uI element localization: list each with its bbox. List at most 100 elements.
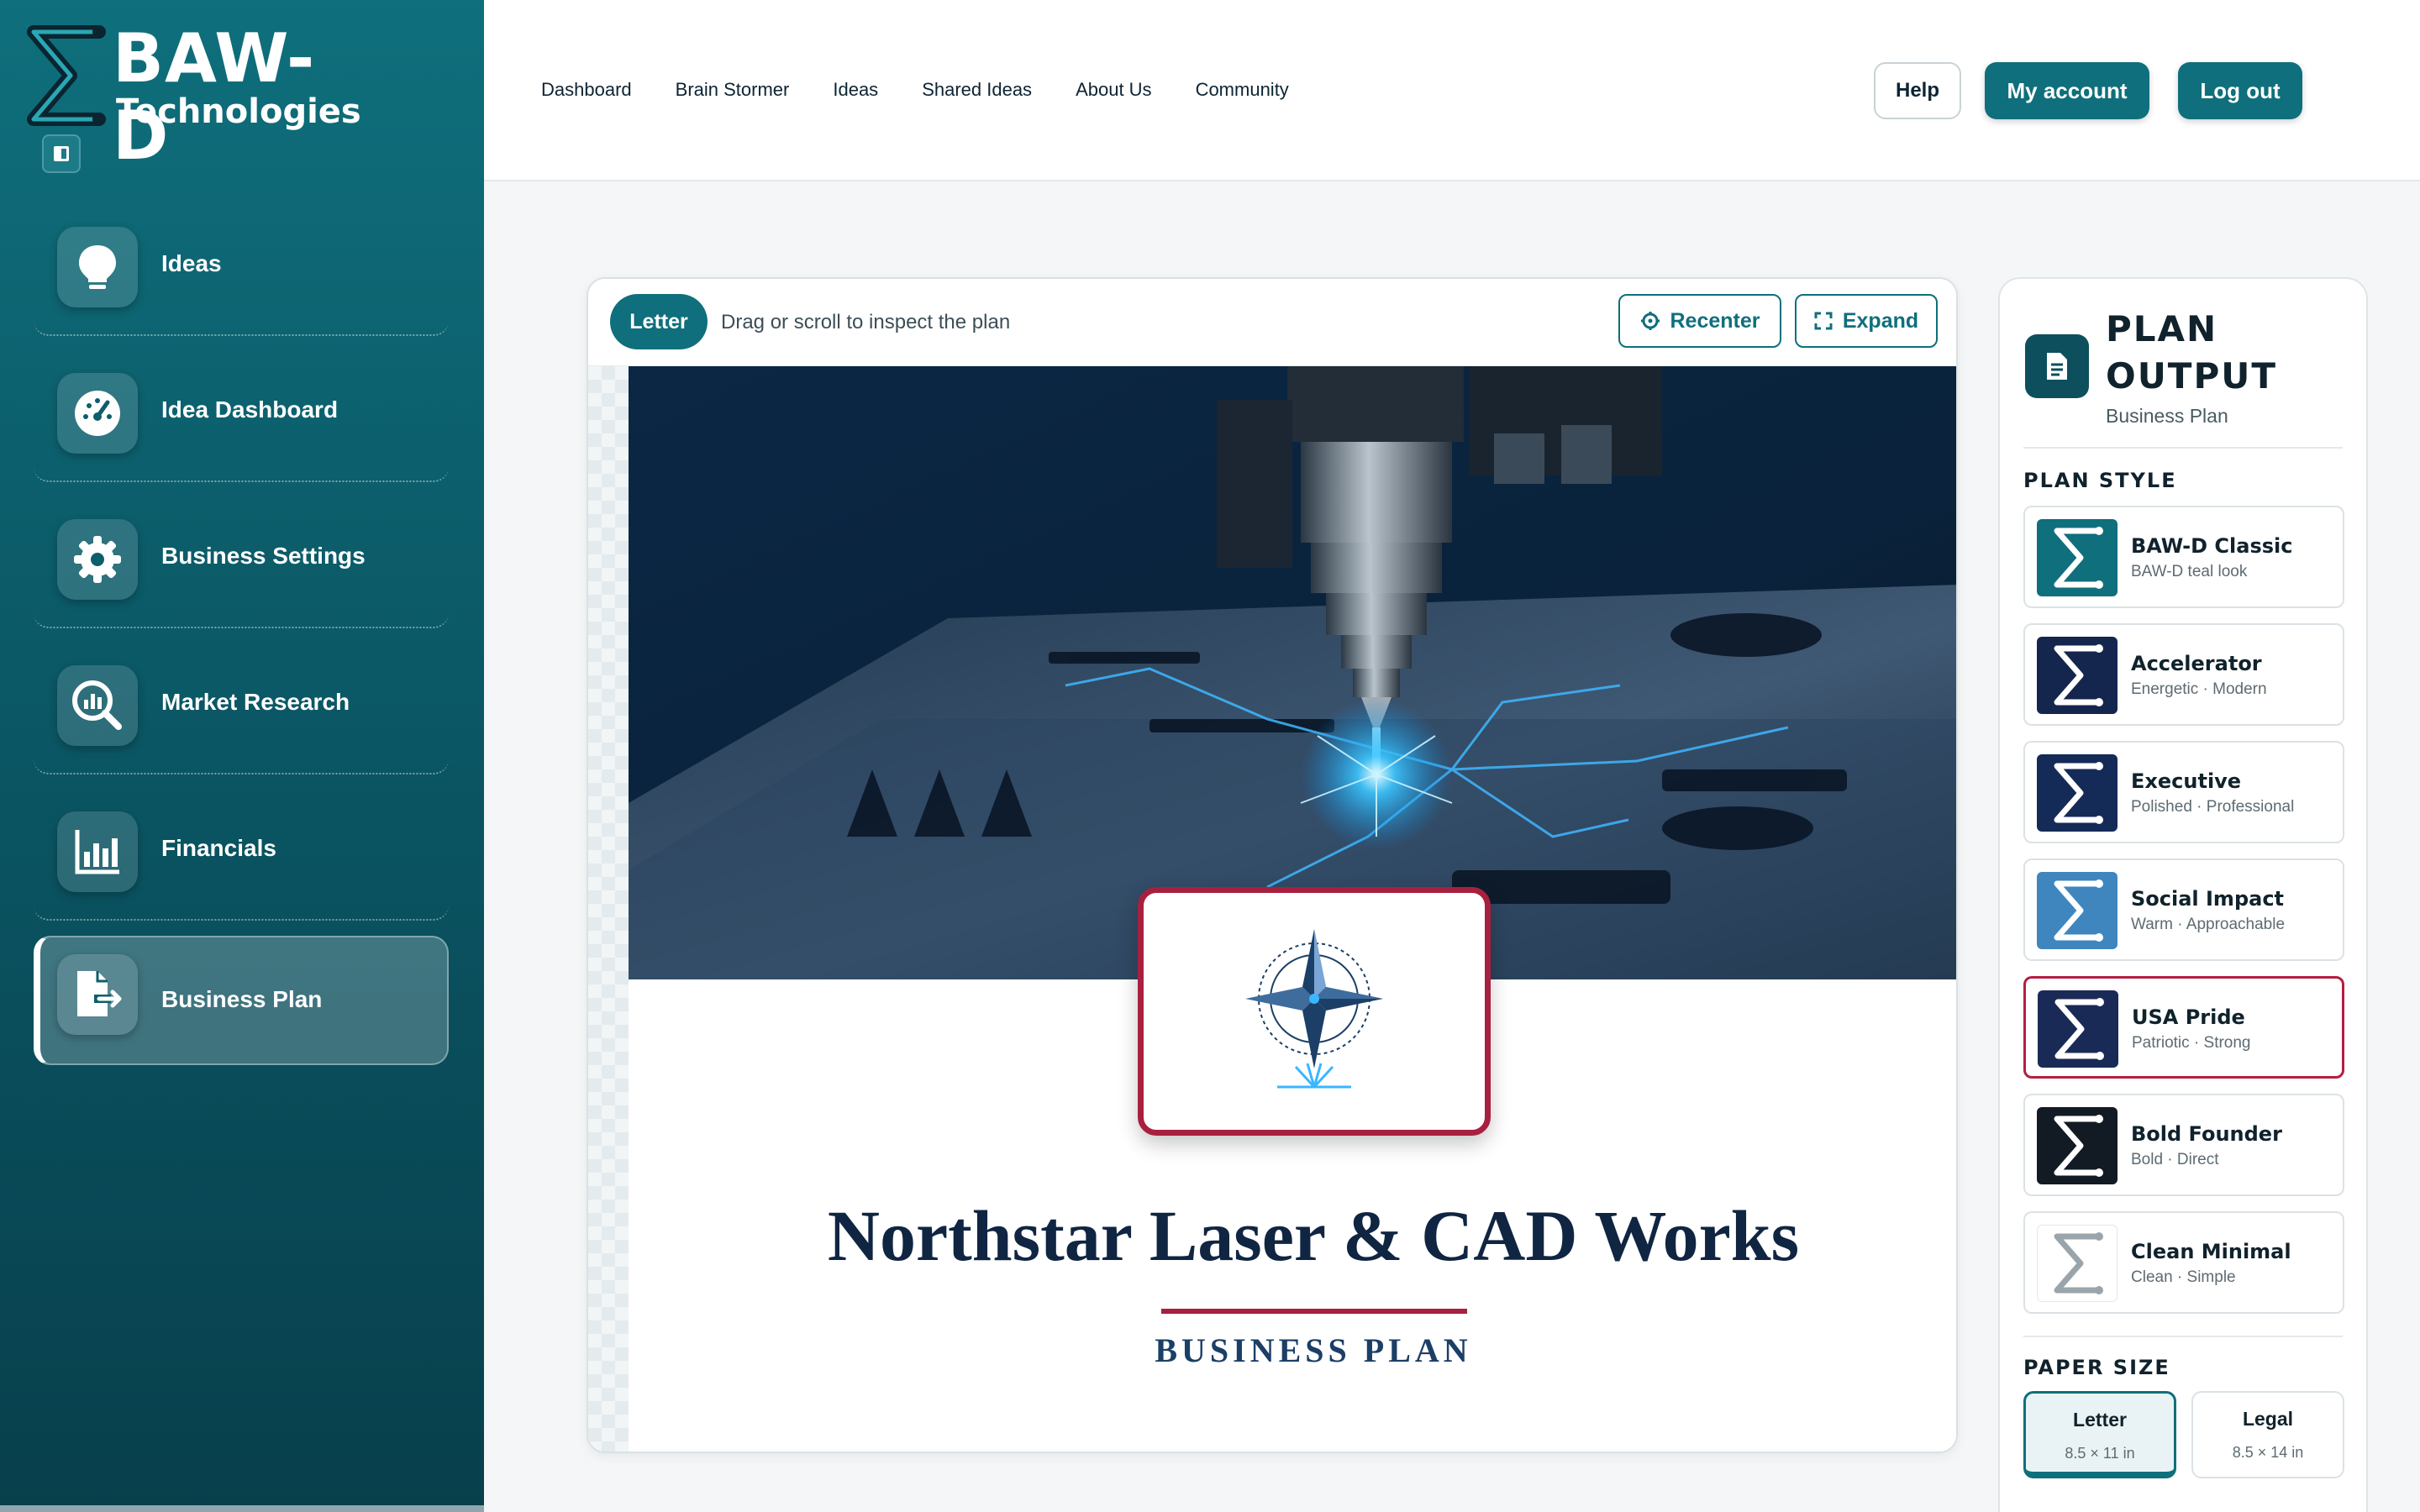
plan-style-option[interactable]: Clean Minimal Clean · Simple: [2023, 1211, 2344, 1314]
style-description: Bold · Direct: [2131, 1151, 2219, 1168]
style-swatch: [2037, 637, 2118, 714]
plan-style-option[interactable]: Bold Founder Bold · Direct: [2023, 1094, 2344, 1196]
style-name: Social Impact: [2131, 887, 2285, 911]
my-account-button[interactable]: My account: [1985, 62, 2149, 119]
paper-option-dims: 8.5 × 14 in: [2232, 1444, 2304, 1461]
sidebar-toggle-icon: [54, 146, 69, 161]
sidebar-item-label: Ideas: [161, 250, 222, 276]
style-swatch: [2037, 872, 2118, 949]
divider: [2023, 1336, 2343, 1337]
preview-hint: Drag or scroll to inspect the plan: [721, 311, 1011, 333]
style-name: Clean Minimal: [2131, 1240, 2291, 1263]
nav-link-ideas[interactable]: Ideas: [833, 79, 878, 101]
plan-style-option[interactable]: Executive Polished · Professional: [2023, 741, 2344, 843]
sidebar-item-idea-dashboard[interactable]: Idea Dashboard: [34, 356, 449, 482]
magnifier-chart-icon: [57, 665, 138, 746]
style-name: BAW-D Classic: [2131, 534, 2293, 558]
expand-icon: [1814, 312, 1833, 330]
paper-option-letter[interactable]: Letter 8.5 × 11 in: [2023, 1391, 2176, 1478]
sigma-icon: [2054, 998, 2104, 1060]
sidebar-item-market-research[interactable]: Market Research: [34, 648, 449, 774]
style-description: Energetic · Modern: [2131, 680, 2267, 698]
company-logo-card: [1138, 887, 1491, 1136]
top-bar: Dashboard Brain Stormer Ideas Shared Ide…: [484, 0, 2420, 181]
paper-option-dims: 8.5 × 11 in: [2065, 1445, 2135, 1462]
sidebar: BAW-D Technologies Ideas Idea Dashboard …: [0, 0, 484, 1512]
sidebar-item-business-settings[interactable]: Business Settings: [34, 502, 449, 628]
style-description: BAW-D teal look: [2131, 563, 2248, 580]
plan-output-panel: PLAN OUTPUT Business Plan PLAN STYLE PAP…: [1998, 277, 2368, 1512]
brand-logo[interactable]: BAW-D Technologies: [18, 20, 371, 175]
plan-cover-page: Northstar Laser & CAD Works BUSINESS PLA…: [629, 366, 1956, 1452]
log-out-button[interactable]: Log out: [2178, 62, 2302, 119]
panel-subtitle: Business Plan: [2106, 405, 2228, 427]
sidebar-item-label: Idea Dashboard: [161, 396, 339, 423]
plan-subtitle: BUSINESS PLAN: [1155, 1331, 1472, 1369]
expand-label: Expand: [1842, 308, 1919, 333]
recenter-label: Recenter: [1670, 308, 1760, 333]
panel-title-line2: OUTPUT: [2106, 355, 2277, 396]
style-name: Executive: [2131, 769, 2242, 793]
style-description: Polished · Professional: [2131, 798, 2295, 816]
bar-chart-icon: [57, 811, 138, 892]
style-swatch: [2037, 1107, 2118, 1184]
sidebar-collapse-button[interactable]: [42, 134, 81, 173]
gauge-icon: [57, 373, 138, 454]
paper-size-pill: Letter: [610, 294, 708, 349]
nav-link-community[interactable]: Community: [1196, 79, 1289, 101]
preview-toolbar: Letter Drag or scroll to inspect the pla…: [588, 279, 1956, 366]
plan-style-option[interactable]: BAW-D Classic BAW-D teal look: [2023, 506, 2344, 608]
sidebar-item-business-plan[interactable]: Business Plan: [34, 936, 449, 1065]
style-description: Patriotic · Strong: [2132, 1034, 2251, 1052]
nav-link-brain-stormer[interactable]: Brain Stormer: [676, 79, 790, 101]
sigma-icon: [2054, 1232, 2103, 1294]
style-name: USA Pride: [2132, 1005, 2245, 1029]
style-name: Accelerator: [2131, 652, 2262, 675]
style-swatch: [2037, 1225, 2118, 1302]
plan-style-option[interactable]: USA Pride Patriotic · Strong: [2023, 976, 2344, 1079]
compass-star-logo-icon: [1245, 929, 1383, 1089]
gear-icon: [57, 519, 138, 600]
panel-title-line1: PLAN: [2106, 308, 2218, 349]
sidebar-item-label: Business Settings: [161, 543, 366, 569]
lightbulb-icon: [57, 227, 138, 307]
sigma-icon: [2054, 527, 2103, 589]
plan-style-option[interactable]: Accelerator Energetic · Modern: [2023, 623, 2344, 726]
sigma-icon: [2054, 762, 2103, 824]
sigma-logo-icon: [27, 25, 106, 126]
title-divider: [1161, 1309, 1467, 1314]
plan-preview: Letter Drag or scroll to inspect the pla…: [587, 277, 1958, 1453]
help-button[interactable]: Help: [1874, 62, 1961, 119]
document-icon: [2025, 334, 2089, 398]
sidebar-item-financials[interactable]: Financials: [34, 795, 449, 921]
top-nav: Dashboard Brain Stormer Ideas Shared Ide…: [541, 79, 1289, 101]
recenter-button[interactable]: Recenter: [1618, 294, 1781, 348]
style-swatch: [2037, 754, 2118, 832]
sigma-icon: [2054, 1115, 2103, 1177]
plan-style-heading: PLAN STYLE: [2023, 469, 2177, 492]
style-name: Bold Founder: [2131, 1122, 2282, 1146]
preview-canvas[interactable]: Northstar Laser & CAD Works BUSINESS PLA…: [588, 366, 1956, 1452]
plan-style-option[interactable]: Social Impact Warm · Approachable: [2023, 858, 2344, 961]
nav-link-about-us[interactable]: About Us: [1076, 79, 1152, 101]
crosshair-icon: [1640, 312, 1660, 330]
sigma-icon: [2054, 644, 2103, 706]
nav-link-dashboard[interactable]: Dashboard: [541, 79, 632, 101]
sidebar-item-label: Financials: [161, 835, 276, 861]
expand-button[interactable]: Expand: [1795, 294, 1938, 348]
sidebar-item-label: Business Plan: [161, 986, 323, 1012]
panel-title: PLAN OUTPUT: [2106, 306, 2291, 400]
style-description: Warm · Approachable: [2131, 916, 2286, 933]
document-export-icon: [57, 954, 138, 1035]
sidebar-item-ideas[interactable]: Ideas: [34, 210, 449, 336]
style-description: Clean · Simple: [2131, 1268, 2236, 1286]
brand-subtitle: Technologies: [116, 92, 361, 131]
plan-title: Northstar Laser & CAD Works: [827, 1195, 1800, 1276]
nav-link-shared-ideas[interactable]: Shared Ideas: [922, 79, 1032, 101]
style-swatch: [2037, 519, 2118, 596]
sidebar-item-label: Market Research: [161, 689, 350, 715]
style-swatch: [2038, 990, 2118, 1068]
paper-option-name: Letter: [2073, 1409, 2127, 1431]
paper-option-name: Legal: [2242, 1408, 2294, 1430]
paper-option-legal[interactable]: Legal 8.5 × 14 in: [2191, 1391, 2344, 1478]
